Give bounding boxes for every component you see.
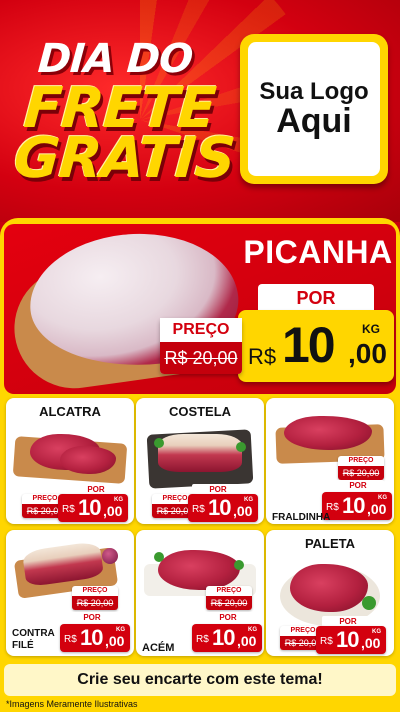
price-cents: ,00 [233, 503, 253, 519]
hero-old-price-tag: PREÇO R$ 20,00 [160, 318, 242, 374]
product-card-costela[interactable]: COSTELA POR PREÇO R$ 20,00 R$ 10 ,00 KG [136, 398, 264, 524]
product-name: PALETA [304, 536, 356, 551]
price-tag: R$ 10 ,00 KG [188, 494, 258, 522]
por-label: POR [202, 612, 254, 624]
price-tag: R$ 10 ,00 KG [192, 624, 262, 652]
price-tag: R$ 10 ,00 KG [58, 494, 128, 522]
product-name: ALCATRA [39, 404, 101, 419]
disclaimer-text: *Imagens Meramente Ilustrativas [6, 699, 138, 709]
acem-meat-image [158, 550, 240, 590]
old-price: R$ 20,00 [338, 466, 384, 480]
header-banner: DIA DO FRETE GRATIS Sua Logo Aqui [0, 0, 400, 222]
price-int: 10 [208, 495, 232, 520]
price-cents: ,00 [237, 633, 257, 649]
alcatra-meat-slice-image [60, 446, 116, 474]
logo-inner: Sua Logo Aqui [248, 42, 380, 176]
por-label: POR [332, 480, 384, 492]
preco-label: PREÇO [216, 587, 242, 594]
herb-garnish [236, 442, 246, 452]
hero-currency: R$ [248, 344, 277, 369]
herb-garnish [234, 560, 244, 570]
price-cents: ,00 [367, 501, 387, 517]
price-tag: R$ 10 ,00 KG [60, 624, 130, 652]
product-card-alcatra[interactable]: ALCATRA POR PREÇO R$ 20,00 R$ 10 ,00 KG [6, 398, 134, 524]
currency: R$ [62, 504, 75, 515]
hero-unit: KG [362, 322, 380, 336]
price-cents: ,00 [105, 633, 125, 649]
fraldinha-meat-image [284, 416, 372, 450]
price-int: 10 [212, 625, 236, 650]
costela-meat-image [158, 434, 242, 472]
product-card-acem[interactable]: PREÇO R$ 20,00 POR R$ 10 ,00 KG ACÉM [136, 530, 264, 656]
product-name: CONTRA FILÉ [12, 628, 55, 651]
price-int: 10 [80, 625, 104, 650]
preco-label: PREÇO [348, 457, 374, 464]
product-name: ACÉM [142, 642, 175, 654]
hero-price-int: 10 [282, 317, 336, 373]
price-int: 10 [336, 627, 360, 652]
price-int: 10 [342, 493, 366, 518]
old-price: R$ 20,00 [72, 596, 118, 610]
unit: KG [378, 495, 387, 501]
logo-text-line-1: Sua Logo [259, 77, 369, 105]
price-tag: R$ 10 ,00 KG [316, 626, 386, 654]
hero-price-cents: ,00 [348, 338, 387, 369]
hero-price-tag: R$ 10 ,00 KG [238, 310, 394, 382]
currency: R$ [64, 634, 77, 645]
old-price: R$ 20,00 [206, 596, 252, 610]
hero-old-price: R$ 20,00 [160, 342, 242, 374]
herb-garnish [154, 438, 164, 448]
product-card-fraldinha[interactable]: PREÇO R$ 20,00 POR R$ 10 ,00 KG FRALDINH… [266, 398, 394, 524]
price-tag: R$ 10 ,00 KG [322, 492, 392, 520]
product-card-paleta[interactable]: PALETA POR PREÇO R$ 20,00 R$ 10 ,00 KG [266, 530, 394, 656]
price-int: 10 [78, 495, 102, 520]
hero-por-label: POR [258, 284, 374, 312]
currency: R$ [196, 634, 209, 645]
price-cents: ,00 [361, 635, 381, 651]
herb-garnish [362, 596, 376, 610]
title-line-3: GRATIS [11, 126, 237, 191]
cta-banner[interactable]: Crie seu encarte com este tema! [4, 664, 396, 696]
herb-garnish [154, 552, 164, 562]
product-name-line-2: FILÉ [12, 639, 34, 651]
logo-text-line-2: Aqui [276, 101, 352, 140]
preco-label: PREÇO [82, 587, 108, 594]
old-price-tag: PREÇO R$ 20,00 [206, 586, 252, 610]
onion-garnish [102, 548, 118, 564]
old-price-tag: PREÇO R$ 20,00 [338, 456, 384, 480]
unit: KG [372, 629, 381, 635]
currency: R$ [320, 636, 333, 647]
hero-preco-label: PREÇO [160, 318, 242, 342]
unit: KG [248, 627, 257, 633]
paleta-meat-image [290, 564, 368, 612]
unit: KG [116, 627, 125, 633]
product-name-line-1: CONTRA [12, 628, 55, 639]
unit: KG [114, 497, 123, 503]
por-label: POR [66, 612, 118, 624]
logo-placeholder[interactable]: Sua Logo Aqui [240, 34, 388, 184]
product-card-contra-file[interactable]: PREÇO R$ 20,00 POR R$ 10 ,00 KG CONTRA F… [6, 530, 134, 656]
product-name: FRALDINHA [272, 512, 331, 523]
unit: KG [244, 497, 253, 503]
old-price-tag: PREÇO R$ 20,00 [72, 586, 118, 610]
price-cents: ,00 [103, 503, 123, 519]
product-name: COSTELA [168, 404, 232, 419]
currency: R$ [192, 504, 205, 515]
hero-product-name: PICANHA [243, 234, 393, 270]
